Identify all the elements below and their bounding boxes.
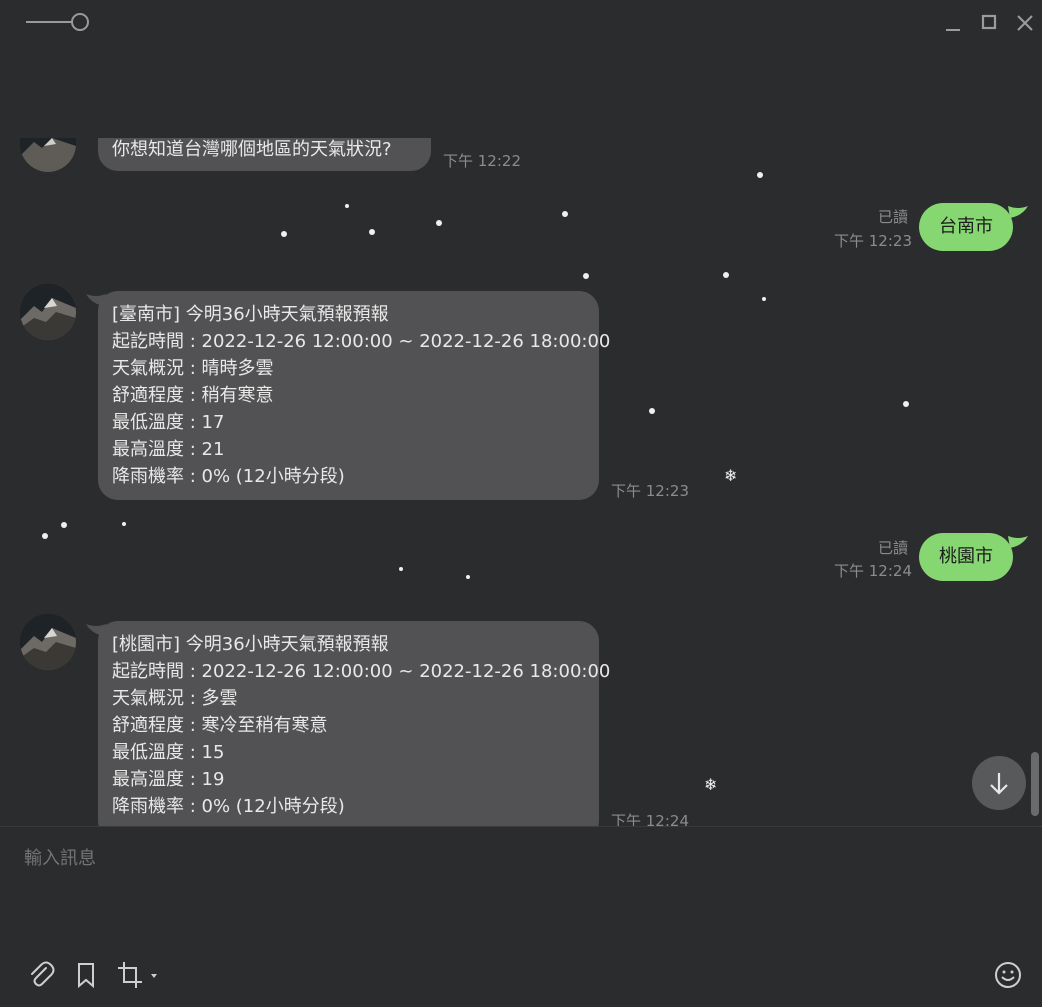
message-line: [桃園市] 今明36小時天氣預報預報 bbox=[112, 634, 389, 655]
message-time: 下午 12:24 bbox=[834, 562, 912, 580]
snowflake bbox=[281, 231, 287, 237]
paperclip-icon[interactable] bbox=[26, 960, 56, 990]
sender-avatar[interactable] bbox=[20, 614, 76, 670]
snowflake bbox=[583, 273, 589, 279]
maximize-icon[interactable] bbox=[976, 10, 1002, 36]
snowflake bbox=[436, 220, 442, 226]
message-line: 最低溫度 : 17 bbox=[112, 412, 225, 433]
snowflake bbox=[369, 229, 375, 235]
snowflake bbox=[723, 272, 729, 278]
read-receipt: 已讀 bbox=[878, 539, 909, 557]
message-text: 你想知道台灣哪個地區的天氣狀況? bbox=[112, 139, 392, 160]
crop-icon[interactable] bbox=[116, 960, 160, 990]
snowflake bbox=[399, 567, 403, 571]
title-bar bbox=[0, 0, 1042, 46]
sender-avatar[interactable] bbox=[20, 138, 76, 172]
message-line: 舒適程度 : 寒冷至稍有寒意 bbox=[112, 715, 328, 736]
message-line: 起訖時間 : 2022-12-26 12:00:00 ~ 2022-12-26 … bbox=[112, 331, 611, 352]
header-background bbox=[0, 46, 1042, 138]
opacity-slider-knob[interactable] bbox=[71, 13, 89, 31]
message-bubble-outgoing[interactable]: 桃園市 bbox=[919, 533, 1013, 581]
bookmark-icon[interactable] bbox=[72, 960, 102, 990]
close-icon[interactable] bbox=[1012, 10, 1038, 36]
minimize-icon[interactable] bbox=[940, 10, 966, 36]
snowflake bbox=[345, 204, 349, 208]
scrollbar-thumb[interactable] bbox=[1031, 752, 1039, 816]
snowflake bbox=[757, 172, 763, 178]
message-line: 降雨機率 : 0% (12小時分段) bbox=[112, 796, 345, 817]
arrow-down-icon bbox=[990, 773, 1008, 795]
read-receipt: 已讀 bbox=[878, 208, 909, 226]
emoji-icon[interactable] bbox=[993, 960, 1023, 990]
message-line: 天氣概況 : 晴時多雲 bbox=[112, 358, 274, 379]
snowflake bbox=[42, 533, 48, 539]
opacity-slider-track[interactable] bbox=[26, 21, 72, 23]
snowflake bbox=[466, 575, 470, 579]
message-time: 下午 12:23 bbox=[834, 232, 912, 250]
snowflake bbox=[61, 522, 67, 528]
message-text: 台南市 bbox=[939, 216, 993, 237]
snowflake: ❄ bbox=[724, 466, 738, 485]
snowflake bbox=[762, 297, 766, 301]
bubble-tail bbox=[1008, 534, 1028, 548]
message-line: [臺南市] 今明36小時天氣預報預報 bbox=[112, 304, 389, 325]
message-bubble-incoming[interactable]: [臺南市] 今明36小時天氣預報預報 起訖時間 : 2022-12-26 12:… bbox=[98, 291, 610, 500]
message-line: 最高溫度 : 19 bbox=[112, 769, 225, 790]
message-input[interactable] bbox=[22, 842, 926, 874]
message-line: 最低溫度 : 15 bbox=[112, 742, 225, 763]
message-line: 降雨機率 : 0% (12小時分段) bbox=[112, 466, 345, 487]
message-line: 起訖時間 : 2022-12-26 12:00:00 ~ 2022-12-26 … bbox=[112, 661, 611, 682]
snowflake: ❄ bbox=[704, 775, 718, 794]
message-bubble-outgoing[interactable]: 台南市 bbox=[919, 203, 1013, 251]
message-time: 下午 12:22 bbox=[443, 152, 521, 170]
sender-avatar[interactable] bbox=[20, 284, 76, 340]
snowflake bbox=[562, 211, 568, 217]
message-line: 最高溫度 : 21 bbox=[112, 439, 225, 460]
message-line: 天氣概況 : 多雲 bbox=[112, 688, 238, 709]
snowflake bbox=[122, 522, 126, 526]
scroll-to-bottom-button[interactable] bbox=[972, 756, 1026, 810]
message-time: 下午 12:23 bbox=[611, 482, 689, 500]
snowflake bbox=[903, 401, 909, 407]
snowflake bbox=[649, 408, 655, 414]
message-bubble-incoming[interactable]: [桃園市] 今明36小時天氣預報預報 起訖時間 : 2022-12-26 12:… bbox=[98, 621, 610, 841]
bubble-tail bbox=[1008, 204, 1028, 218]
message-line: 舒適程度 : 稍有寒意 bbox=[112, 385, 274, 406]
message-text: 桃園市 bbox=[939, 546, 993, 567]
